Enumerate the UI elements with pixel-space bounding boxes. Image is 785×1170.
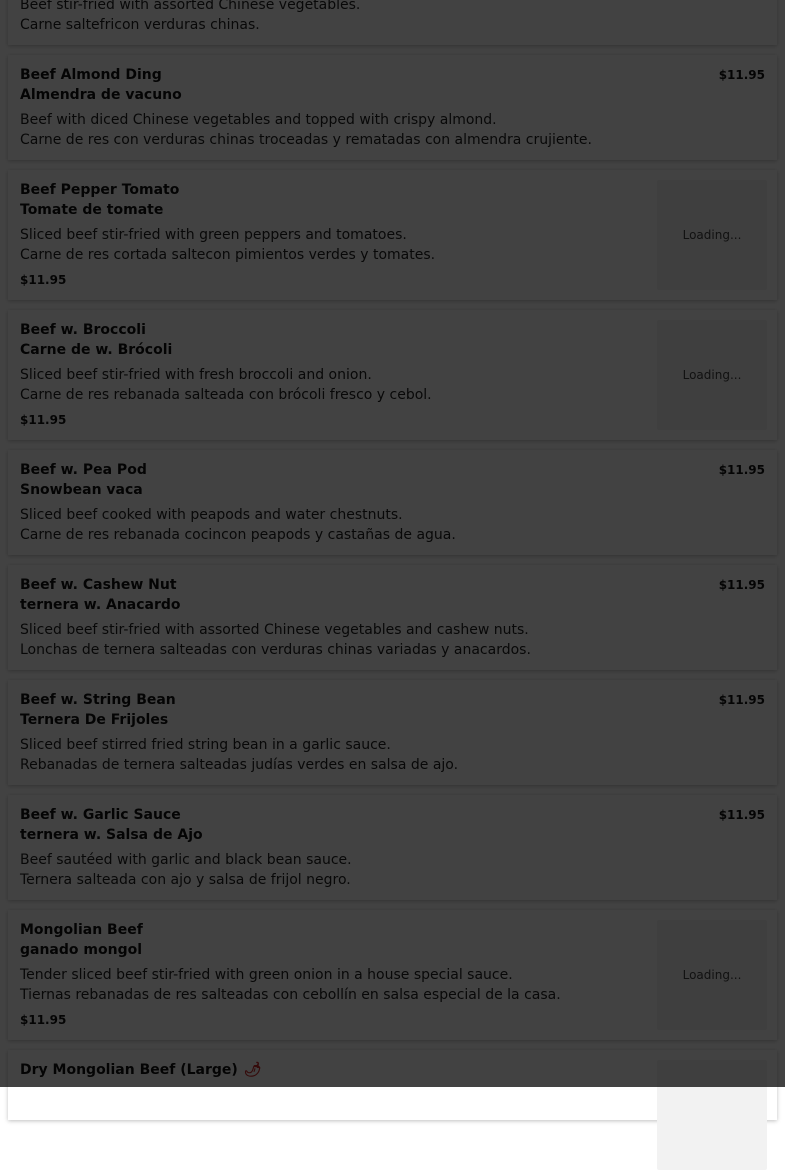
item-name-en: Beef w. Pea Pod bbox=[20, 462, 147, 478]
image-loading-text: Loading... bbox=[682, 968, 742, 982]
item-description-es: Carne de res cortada saltecon pimientos … bbox=[20, 247, 436, 263]
menu-item-card[interactable]: Dry Mongolian Beef (Large) 🌶︎ bbox=[8, 1050, 777, 1170]
item-name-es: Tomate de tomate bbox=[20, 202, 164, 218]
menu-item-card[interactable]: Beef w. Garlic Sauce ternera w. Salsa de… bbox=[8, 795, 777, 900]
menu-item-card[interactable]: Beef Pepper Tomato Tomate de tomate Slic… bbox=[8, 170, 777, 300]
item-description-es: Ternera salteada con ajo y salsa de frij… bbox=[20, 872, 351, 888]
item-image bbox=[657, 1060, 767, 1170]
item-name-en: Beef Pepper Tomato bbox=[20, 182, 180, 198]
item-description-es: Carne de res con verduras chinas trocead… bbox=[20, 132, 592, 148]
menu-item-card[interactable]: Beef Almond Ding Almendra de vacuno Beef… bbox=[8, 55, 777, 160]
item-description-en: Beef stir-fried with assorted Chinese ve… bbox=[20, 0, 361, 13]
image-loading-text: Loading... bbox=[682, 368, 742, 382]
item-name-es: ternera w. Salsa de Ajo bbox=[20, 827, 203, 843]
menu-item-card[interactable]: Mongolian Beef ganado mongol Tender slic… bbox=[8, 910, 777, 1040]
item-description-en: Sliced beef stir-fried with green pepper… bbox=[20, 227, 407, 243]
item-price: $11.95 bbox=[718, 808, 765, 822]
item-description-es: Carne de res rebanada salteada con bróco… bbox=[20, 387, 432, 403]
item-price: $11.95 bbox=[718, 578, 765, 592]
item-description-en: Sliced beef stir-fried with fresh brocco… bbox=[20, 367, 372, 383]
item-description-es: Lonchas de ternera salteadas con verdura… bbox=[20, 642, 531, 658]
item-price: $11.95 bbox=[718, 463, 765, 477]
item-name-en: Mongolian Beef bbox=[20, 922, 143, 938]
item-description-es: Rebanadas de ternera salteadas judías ve… bbox=[20, 757, 459, 773]
menu-item-card[interactable]: Beef w. String Bean Ternera De Frijoles … bbox=[8, 680, 777, 785]
item-name-es: ternera w. Anacardo bbox=[20, 597, 181, 613]
item-image: Loading... bbox=[657, 180, 767, 290]
item-price: $11.95 bbox=[718, 693, 765, 707]
item-image: Loading... bbox=[657, 320, 767, 430]
item-name-en: Dry Mongolian Beef (Large) 🌶︎ bbox=[20, 1062, 262, 1078]
menu-item-card[interactable]: Beef w. Pea Pod Snowbean vaca Sliced bee… bbox=[8, 450, 777, 555]
item-description-en: Beef with diced Chinese vegetables and t… bbox=[20, 112, 497, 128]
item-name-en: Beef Almond Ding bbox=[20, 67, 162, 83]
image-loading-text: Loading... bbox=[682, 228, 742, 242]
item-price: $11.95 bbox=[20, 273, 67, 287]
item-description-en: Sliced beef cooked with peapods and wate… bbox=[20, 507, 403, 523]
item-price: $11.95 bbox=[20, 1013, 67, 1027]
item-description-en: Sliced beef stir-fried with assorted Chi… bbox=[20, 622, 529, 638]
item-image: Loading... bbox=[657, 920, 767, 1030]
item-price: $11.95 bbox=[718, 68, 765, 82]
item-description-es: Carne de res rebanada cocincon peapods y… bbox=[20, 527, 456, 543]
item-description-es: Carne saltefricon verduras chinas. bbox=[20, 17, 260, 33]
item-description-en: Beef sautéed with garlic and black bean … bbox=[20, 852, 352, 868]
item-description-en: Tender sliced beef stir-fried with green… bbox=[20, 967, 513, 983]
item-name-es: Carne de w. Brócoli bbox=[20, 342, 173, 358]
item-name-es: ganado mongol bbox=[20, 942, 143, 958]
item-name-es: Ternera De Frijoles bbox=[20, 712, 169, 728]
menu-item-card[interactable]: Beef w. Cashew Nut ternera w. Anacardo S… bbox=[8, 565, 777, 670]
item-price: $11.95 bbox=[20, 413, 67, 427]
item-name-en: Beef w. String Bean bbox=[20, 692, 176, 708]
menu-item-card[interactable]: Beef w. Broccoli Carne de w. Brócoli Sli… bbox=[8, 310, 777, 440]
item-name-es: Almendra de vacuno bbox=[20, 87, 182, 103]
menu-item-card[interactable]: Beef stir-fried with assorted Chinese ve… bbox=[8, 0, 777, 45]
chili-pepper-icon: 🌶︎ bbox=[243, 1062, 262, 1078]
item-name-en: Beef w. Garlic Sauce bbox=[20, 807, 181, 823]
item-description-en: Sliced beef stirred fried string bean in… bbox=[20, 737, 391, 753]
item-name-en: Beef w. Cashew Nut bbox=[20, 577, 177, 593]
item-name-en: Beef w. Broccoli bbox=[20, 322, 146, 338]
item-name-es: Snowbean vaca bbox=[20, 482, 143, 498]
item-description-es: Tiernas rebanadas de res salteadas con c… bbox=[20, 987, 561, 1003]
